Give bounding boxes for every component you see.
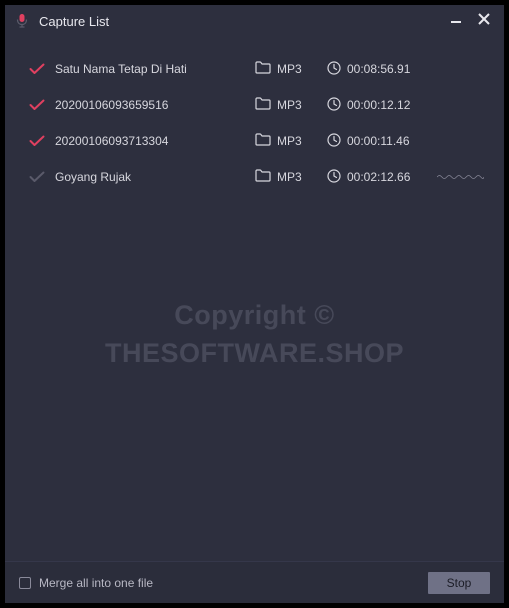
clock-icon [327, 133, 341, 150]
duration-label: 00:02:12.66 [347, 170, 410, 184]
window-title: Capture List [39, 14, 440, 29]
list-item[interactable]: 20200106093713304 MP3 00:00:11.46 [5, 123, 504, 159]
list-item[interactable]: Satu Nama Tetap Di Hati MP3 00:08:56.91 [5, 51, 504, 87]
format-label: MP3 [277, 170, 302, 184]
format-label: MP3 [277, 98, 302, 112]
folder-icon [255, 169, 271, 185]
watermark-line1: Copyright © [5, 297, 504, 335]
item-format[interactable]: MP3 [255, 97, 327, 113]
folder-icon [255, 61, 271, 77]
item-duration: 00:00:11.46 [327, 133, 437, 150]
list-item[interactable]: 20200106093659516 MP3 00:00:12.12 [5, 87, 504, 123]
watermark-line2: THESOFTWARE.SHOP [5, 335, 504, 373]
watermark: Copyright © THESOFTWARE.SHOP [5, 297, 504, 373]
item-name: 20200106093713304 [55, 134, 255, 148]
folder-icon [255, 97, 271, 113]
clock-icon [327, 169, 341, 186]
check-icon[interactable] [29, 171, 55, 183]
merge-label: Merge all into one file [39, 576, 420, 590]
check-icon[interactable] [29, 63, 55, 75]
content-area: Satu Nama Tetap Di Hati MP3 00:08:56.91 202… [5, 37, 504, 561]
check-icon[interactable] [29, 135, 55, 147]
format-label: MP3 [277, 62, 302, 76]
check-icon[interactable] [29, 99, 55, 111]
format-label: MP3 [277, 134, 302, 148]
microphone-icon [13, 12, 31, 30]
minimize-button[interactable] [448, 13, 464, 29]
item-name: Goyang Rujak [55, 170, 255, 184]
window-controls [448, 13, 496, 29]
item-name: 20200106093659516 [55, 98, 255, 112]
clock-icon [327, 97, 341, 114]
duration-label: 00:00:11.46 [347, 134, 410, 148]
duration-label: 00:00:12.12 [347, 98, 410, 112]
item-duration: 00:02:12.66 [327, 169, 437, 186]
item-duration: 00:00:12.12 [327, 97, 437, 114]
footer: Merge all into one file Stop [5, 561, 504, 603]
merge-checkbox[interactable] [19, 577, 31, 589]
duration-label: 00:08:56.91 [347, 62, 410, 76]
close-button[interactable] [476, 13, 492, 29]
item-format[interactable]: MP3 [255, 133, 327, 149]
list-item[interactable]: Goyang Rujak MP3 00:02:12.66 [5, 159, 504, 195]
item-format[interactable]: MP3 [255, 61, 327, 77]
titlebar: Capture List [5, 5, 504, 37]
folder-icon [255, 133, 271, 149]
item-waveform [437, 174, 484, 180]
item-format[interactable]: MP3 [255, 169, 327, 185]
item-name: Satu Nama Tetap Di Hati [55, 62, 255, 76]
clock-icon [327, 61, 341, 78]
capture-list: Satu Nama Tetap Di Hati MP3 00:08:56.91 202… [5, 37, 504, 195]
stop-button[interactable]: Stop [428, 572, 490, 594]
capture-list-window: Capture List Satu Nama Tetap Di Hati MP3 0… [5, 5, 504, 603]
item-duration: 00:08:56.91 [327, 61, 437, 78]
